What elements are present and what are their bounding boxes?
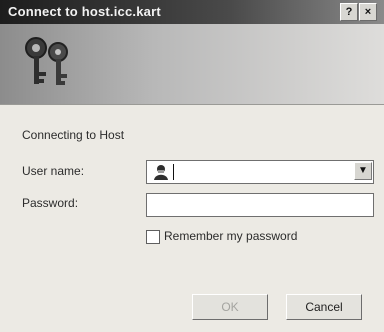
connecting-heading: Connecting to Host <box>22 128 125 142</box>
user-icon <box>154 165 168 180</box>
ok-button[interactable]: OK <box>192 294 268 320</box>
username-label: User name: <box>22 164 85 178</box>
keys-icon <box>25 37 68 85</box>
chevron-down-icon[interactable]: ▼ <box>354 162 372 180</box>
remember-password-checkbox[interactable] <box>146 230 160 244</box>
cancel-button[interactable]: Cancel <box>286 294 362 320</box>
window-title: Connect to host.icc.kart <box>8 4 161 19</box>
text-cursor <box>173 164 174 180</box>
remember-password-label: Remember my password <box>164 229 298 243</box>
password-field[interactable] <box>146 193 374 217</box>
close-button[interactable]: × <box>359 3 377 21</box>
title-bar: Connect to host.icc.kart ? × <box>0 0 384 24</box>
connect-dialog: Connect to host.icc.kart ? × Connecting … <box>0 0 384 332</box>
password-label: Password: <box>22 196 79 210</box>
banner <box>0 24 384 105</box>
username-combobox[interactable]: ▼ <box>146 160 374 184</box>
help-button[interactable]: ? <box>340 3 358 21</box>
